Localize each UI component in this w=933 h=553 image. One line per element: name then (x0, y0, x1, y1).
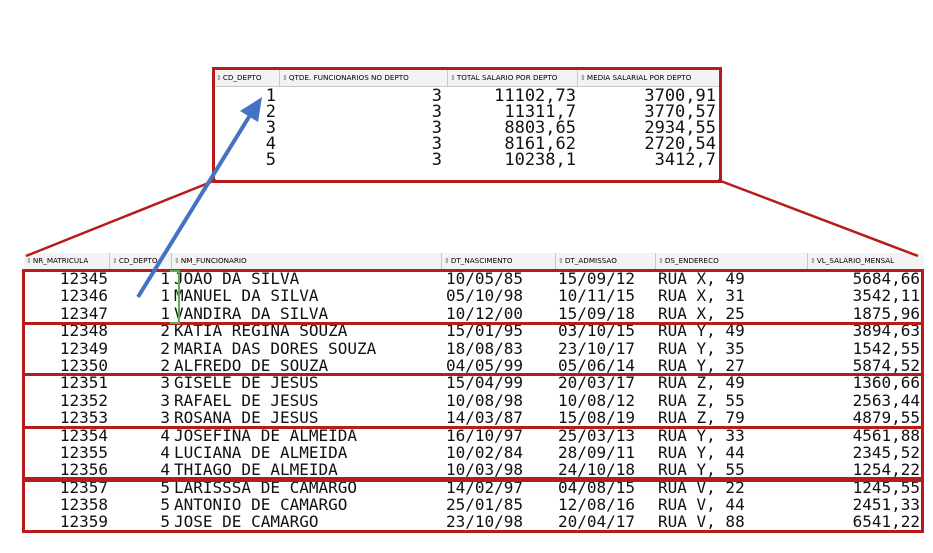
summary-highlight-box (212, 67, 722, 183)
sort-icon: ⇕ (26, 257, 32, 265)
col-header-dt-admissao[interactable]: ⇕DT_ADMISSAO (556, 253, 656, 269)
dept-4-group-box (22, 426, 924, 480)
sort-icon: ⇕ (810, 257, 816, 265)
col-header-dt-nascimento[interactable]: ⇕DT_NASCIMENTO (442, 253, 556, 269)
col-header-cd-depto[interactable]: ⇕CD_DEPTO (110, 253, 172, 269)
zoom-line-right (717, 178, 919, 258)
col-header-nm-funcionario[interactable]: ⇕NM_FUNCIONARIO (172, 253, 442, 269)
sort-icon: ⇕ (558, 257, 564, 265)
sort-icon: ⇕ (112, 257, 118, 265)
sort-icon: ⇕ (444, 257, 450, 265)
sort-icon: ⇕ (174, 257, 180, 265)
sort-icon: ⇕ (658, 257, 664, 265)
dept-5-group-box (22, 479, 924, 533)
employees-header: ⇕NR_MATRICULA ⇕CD_DEPTO ⇕NM_FUNCIONARIO … (24, 253, 924, 270)
dept-1-bracket (170, 270, 180, 324)
dept-3-group-box (22, 373, 924, 429)
col-header-nr-matricula[interactable]: ⇕NR_MATRICULA (24, 253, 110, 269)
dept-2-group-box (22, 322, 924, 376)
col-header-vl-salario-mensal[interactable]: ⇕VL_SALARIO_MENSAL (808, 253, 924, 269)
zoom-line-left (25, 178, 217, 258)
dept-1-group-box (22, 269, 924, 325)
col-header-ds-endereco[interactable]: ⇕DS_ENDERECO (656, 253, 808, 269)
